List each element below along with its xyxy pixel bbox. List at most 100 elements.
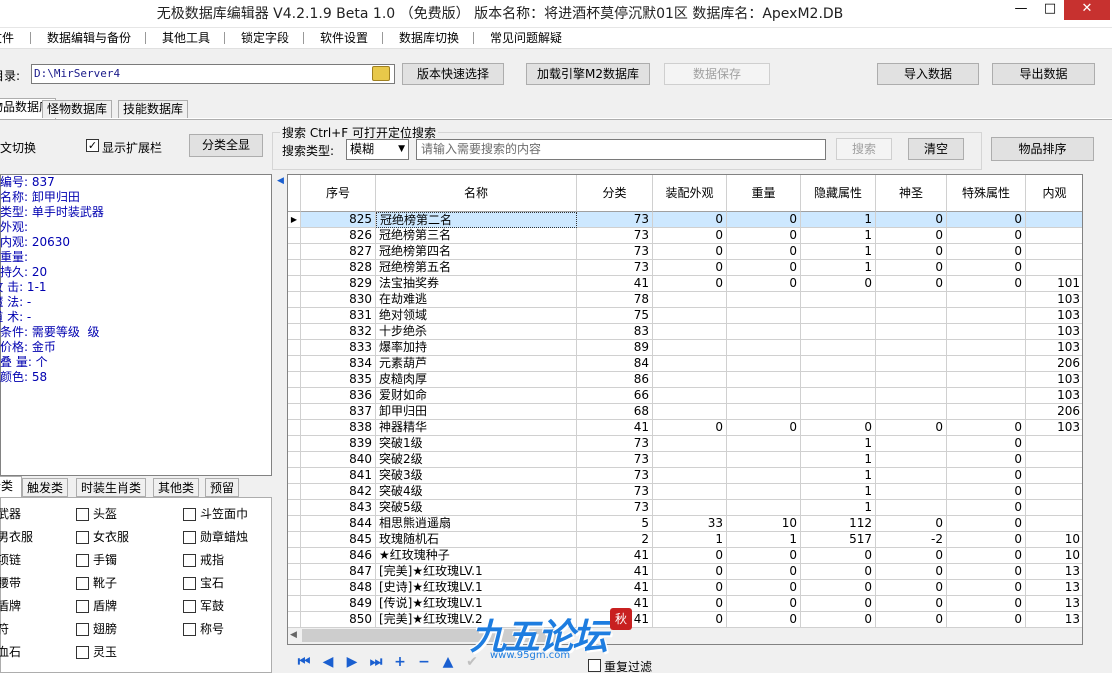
cell-inner-look[interactable]: 103 [1026,372,1082,388]
cell-inner-look[interactable]: 103 [1026,388,1082,404]
collapse-icon[interactable]: ◀ [277,176,284,186]
cell-category[interactable]: 73 [577,500,653,516]
header-col-hidden-attr[interactable]: 隐藏属性 [801,175,876,212]
cell-index[interactable]: 850 [301,612,376,628]
cell-appearance[interactable]: 0 [653,612,727,628]
cell-category[interactable]: 73 [577,260,653,276]
cell-index[interactable]: 833 [301,340,376,356]
cell-category[interactable]: 89 [577,340,653,356]
ctab-fashion-zodiac[interactable]: 时装生肖类 [76,478,147,497]
cell-holy[interactable] [876,356,947,372]
cell-special-attr[interactable]: 0 [947,420,1026,436]
cell-name[interactable]: 突破4级 [376,484,577,500]
cell-hidden-attr[interactable]: 1 [801,452,876,468]
category-checkbox[interactable]: 血石 [0,644,21,660]
category-checkbox[interactable]: 灵玉 [76,644,117,660]
header-col-inner-look[interactable]: 内观 [1026,175,1082,212]
cell-category[interactable]: 41 [577,276,653,292]
header-col-special-attr[interactable]: 特殊属性 [947,175,1026,212]
checkbox-box[interactable] [183,531,196,544]
cell-special-attr[interactable]: 0 [947,580,1026,596]
cell-hidden-attr[interactable]: 0 [801,612,876,628]
cell-name[interactable]: 元素葫芦 [376,356,577,372]
category-checkbox[interactable]: 称号 [183,621,224,637]
save-data-button[interactable]: 数据保存 [664,63,770,85]
cell-category[interactable]: 41 [577,420,653,436]
menu-lock-fields[interactable]: 锁定字段 [241,30,289,46]
cell-inner-look[interactable] [1026,244,1082,260]
table-row[interactable]: 826 冠绝榜第三名 73 0 0 1 0 0 [288,228,1082,244]
table-row[interactable]: 828 冠绝榜第五名 73 0 0 1 0 0 [288,260,1082,276]
header-col-weight[interactable]: 重量 [727,175,801,212]
cell-holy[interactable]: 0 [876,612,947,628]
table-row[interactable]: 847 [完美]★红玫瑰LV.1 41 0 0 0 0 0 13 [288,564,1082,580]
next-record-icon[interactable]: ▶ [344,654,360,670]
edit-record-icon[interactable]: ▲ [440,654,456,670]
cell-holy[interactable]: 0 [876,212,947,228]
cell-holy[interactable]: 0 [876,596,947,612]
cell-special-attr[interactable]: 0 [947,260,1026,276]
cell-holy[interactable]: 0 [876,564,947,580]
cell-hidden-attr[interactable] [801,388,876,404]
cell-inner-look[interactable]: 101 [1026,276,1082,292]
cell-index[interactable]: 836 [301,388,376,404]
cell-category[interactable]: 73 [577,452,653,468]
cell-hidden-attr[interactable]: 1 [801,212,876,228]
cell-name[interactable]: 相思熊逍遥扇 [376,516,577,532]
cell-category[interactable]: 73 [577,244,653,260]
category-checkbox[interactable]: 盾牌 [76,598,117,614]
cell-inner-look[interactable]: 13 [1026,564,1082,580]
table-row[interactable]: 834 元素葫芦 84 206 [288,356,1082,372]
cell-index[interactable]: 839 [301,436,376,452]
cell-hidden-attr[interactable]: 1 [801,436,876,452]
cell-appearance[interactable] [653,324,727,340]
cell-category[interactable]: 78 [577,292,653,308]
cell-weight[interactable]: 0 [727,212,801,228]
cell-weight[interactable]: 0 [727,596,801,612]
category-checkbox[interactable]: 头盔 [76,506,117,522]
cell-appearance[interactable] [653,484,727,500]
cell-inner-look[interactable]: 13 [1026,580,1082,596]
cell-weight[interactable] [727,372,801,388]
splitter[interactable] [275,174,287,673]
category-checkbox[interactable]: 宝石 [183,575,224,591]
cell-appearance[interactable] [653,468,727,484]
cell-weight[interactable]: 0 [727,420,801,436]
category-checkbox[interactable]: 武器 [0,506,21,522]
cell-holy[interactable]: 0 [876,580,947,596]
menu-data-edit-backup[interactable]: 数据编辑与备份 [47,30,131,46]
table-row[interactable]: 845 玫瑰随机石 2 1 1 517 -2 0 10 [288,532,1082,548]
header-col-holy[interactable]: 神圣 [876,175,947,212]
cell-index[interactable]: 843 [301,500,376,516]
checkbox-box[interactable] [76,508,89,521]
cell-inner-look[interactable]: 13 [1026,612,1082,628]
cell-hidden-attr[interactable]: 1 [801,468,876,484]
export-data-button[interactable]: 导出数据 [992,63,1095,85]
load-m2-database-button[interactable]: 加载引擎M2数据库 [526,63,650,85]
cell-hidden-attr[interactable]: 0 [801,596,876,612]
cell-special-attr[interactable] [947,340,1026,356]
cell-special-attr[interactable]: 0 [947,500,1026,516]
cell-special-attr[interactable]: 0 [947,564,1026,580]
table-row[interactable]: 850 [完美]★红玫瑰LV.2 41 0 0 0 0 0 13 [288,612,1082,628]
cell-weight[interactable]: 0 [727,612,801,628]
cell-appearance[interactable] [653,452,727,468]
cell-category[interactable]: 75 [577,308,653,324]
cell-category[interactable]: 73 [577,212,653,228]
cell-index[interactable]: 845 [301,532,376,548]
cell-hidden-attr[interactable]: 0 [801,564,876,580]
cell-category[interactable]: 41 [577,548,653,564]
cell-special-attr[interactable] [947,292,1026,308]
cell-name[interactable]: ★红玫瑰种子 [376,548,577,564]
tab-skill-database[interactable]: 技能数据库 [118,100,189,118]
cell-weight[interactable] [727,436,801,452]
menu-other-tools[interactable]: 其他工具 [162,30,210,46]
prior-record-icon[interactable]: ◀ [320,654,336,670]
cell-index[interactable]: 834 [301,356,376,372]
cell-weight[interactable]: 0 [727,548,801,564]
cell-weight[interactable]: 0 [727,260,801,276]
cell-index[interactable]: 844 [301,516,376,532]
item-sort-button[interactable]: 物品排序 [991,137,1094,161]
category-checkbox[interactable]: 靴子 [76,575,117,591]
scroll-left-icon[interactable]: ◀ [290,630,297,640]
